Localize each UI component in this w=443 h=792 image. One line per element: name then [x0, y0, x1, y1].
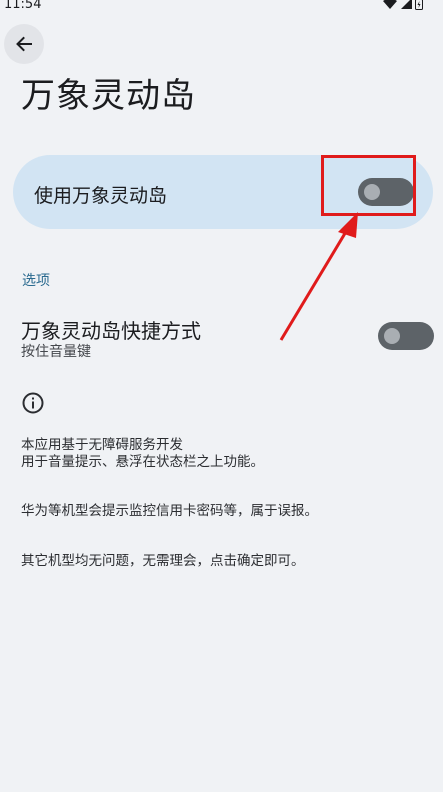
info-text-paragraph: 华为等机型会提示监控信用卡密码等，属于误报。: [21, 503, 318, 519]
shortcut-subtitle: 按住音量键: [21, 344, 91, 360]
toggle-knob: [384, 328, 400, 344]
shortcut-toggle[interactable]: [378, 322, 434, 350]
shortcut-setting-row[interactable]: 万象灵动岛快捷方式 按住音量键: [0, 312, 443, 362]
info-icon: [22, 392, 44, 414]
annotation-arrow: [279, 212, 358, 341]
section-header-options: 选项: [22, 273, 50, 289]
info-text-paragraph: 其它机型均无问题，无需理会，点击确定即可。: [21, 553, 305, 569]
info-text-line: 本应用基于无障碍服务开发: [21, 437, 183, 453]
shortcut-title: 万象灵动岛快捷方式: [21, 319, 201, 343]
info-text-line: 用于音量提示、悬浮在状态栏之上功能。: [21, 454, 264, 470]
